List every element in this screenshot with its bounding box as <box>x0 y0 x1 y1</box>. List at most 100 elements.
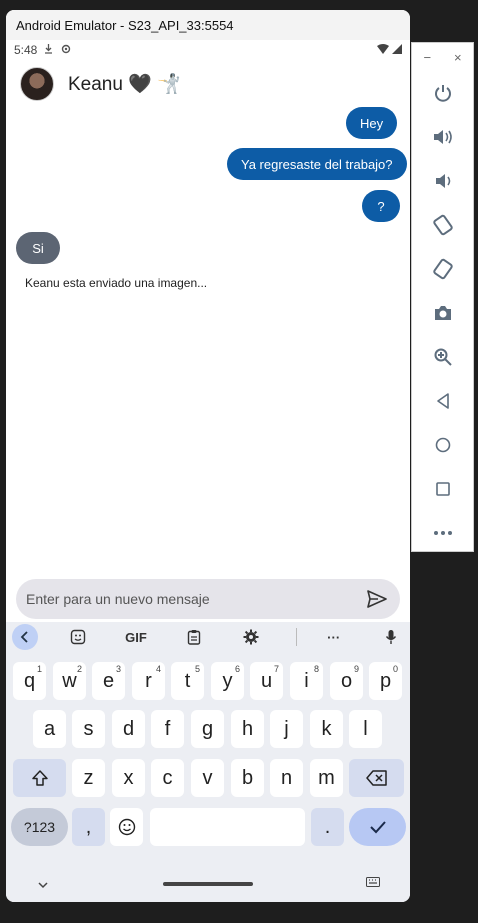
enter-key[interactable] <box>349 808 406 846</box>
contact-name: Keanu 🖤 🤺 <box>68 74 181 95</box>
clipboard-icon[interactable] <box>181 624 207 650</box>
home-button[interactable] <box>412 423 473 467</box>
key-q[interactable]: q1 <box>13 662 46 700</box>
rotate-left-icon <box>432 214 453 236</box>
volume-down-icon <box>435 174 450 188</box>
message-bubble-received[interactable]: Si <box>16 232 60 264</box>
volume-down-button[interactable] <box>412 159 473 203</box>
status-bar: 5:48 <box>6 40 410 60</box>
signal-icon <box>392 43 402 57</box>
rotate-right-icon <box>432 258 453 280</box>
shift-icon <box>31 770 48 786</box>
key-o[interactable]: o9 <box>330 662 363 700</box>
close-button[interactable]: × <box>454 50 462 65</box>
soft-keyboard: GIF ··· q1 w2 e3 r4 t5 y6 u7 i8 o9 p0 a … <box>6 622 410 902</box>
volume-up-button[interactable] <box>412 115 473 159</box>
backspace-icon <box>365 770 387 786</box>
more-button[interactable] <box>412 511 473 555</box>
period-key[interactable]: . <box>311 808 344 846</box>
chat-header: Keanu 🖤 🤺 <box>6 64 410 104</box>
emulator-window: Android Emulator - S23_API_33:5554 5:48 … <box>6 10 410 902</box>
overview-icon <box>435 482 450 496</box>
back-button[interactable] <box>412 379 473 423</box>
key-a[interactable]: a <box>33 710 66 748</box>
key-s[interactable]: s <box>72 710 105 748</box>
typing-indicator: Keanu esta enviado una imagen... <box>25 276 208 290</box>
key-v[interactable]: v <box>191 759 224 797</box>
emulator-side-panel: − × <box>411 42 474 552</box>
power-button[interactable] <box>412 71 473 115</box>
zoom-icon <box>434 348 452 366</box>
hide-keyboard-icon[interactable] <box>37 876 49 894</box>
key-n[interactable]: n <box>270 759 303 797</box>
key-p[interactable]: p0 <box>369 662 402 700</box>
key-h[interactable]: h <box>231 710 264 748</box>
back-icon <box>436 393 449 409</box>
wifi-icon <box>377 43 389 57</box>
backspace-key[interactable] <box>349 759 404 797</box>
home-icon <box>435 437 450 453</box>
keyboard-toolbar: GIF ··· <box>6 622 410 652</box>
key-g[interactable]: g <box>191 710 224 748</box>
rotate-right-button[interactable] <box>412 247 473 291</box>
keyboard-switch-icon[interactable] <box>366 874 380 892</box>
key-k[interactable]: k <box>310 710 343 748</box>
camera-icon <box>434 306 451 320</box>
keyboard-row-4: ?123 , . <box>6 808 410 846</box>
send-icon <box>367 590 387 608</box>
key-l[interactable]: l <box>349 710 382 748</box>
shift-key[interactable] <box>13 759 66 797</box>
volume-up-icon <box>433 130 452 144</box>
key-u[interactable]: u7 <box>250 662 283 700</box>
sticker-icon[interactable] <box>66 624 92 650</box>
power-icon <box>434 85 451 102</box>
window-title: Android Emulator - S23_API_33:5554 <box>16 17 234 33</box>
gear-icon[interactable] <box>238 624 264 650</box>
key-z[interactable]: z <box>72 759 105 797</box>
key-f[interactable]: f <box>151 710 184 748</box>
keyboard-row-1: q1 w2 e3 r4 t5 y6 u7 i8 o9 p0 <box>6 662 410 700</box>
comma-key[interactable]: , <box>72 808 105 846</box>
emoji-key[interactable] <box>110 808 143 846</box>
key-j[interactable]: j <box>270 710 303 748</box>
key-r[interactable]: r4 <box>132 662 165 700</box>
chevron-left-icon[interactable] <box>12 624 38 650</box>
more-options-button[interactable]: ··· <box>321 624 347 650</box>
message-input[interactable] <box>26 591 364 607</box>
key-w[interactable]: w2 <box>53 662 86 700</box>
message-bubble-sent[interactable]: Ya regresaste del trabajo? <box>227 148 407 180</box>
rotate-left-button[interactable] <box>412 203 473 247</box>
check-icon <box>369 821 386 834</box>
send-button[interactable] <box>364 586 390 612</box>
key-c[interactable]: c <box>151 759 184 797</box>
status-time: 5:48 <box>14 43 38 57</box>
microphone-icon[interactable] <box>378 624 404 650</box>
more-icon <box>433 531 452 535</box>
keyboard-row-2: a s d f g h j k l <box>6 710 410 748</box>
key-t[interactable]: t5 <box>171 662 204 700</box>
home-gesture-handle[interactable] <box>163 882 253 886</box>
download-icon <box>44 43 53 57</box>
message-bubble-sent[interactable]: ? <box>362 190 400 222</box>
toolbar-divider <box>295 628 297 646</box>
key-i[interactable]: i8 <box>290 662 323 700</box>
zoom-button[interactable] <box>412 335 473 379</box>
spacebar-key[interactable] <box>150 808 305 846</box>
key-e[interactable]: e3 <box>92 662 125 700</box>
navigation-bar <box>6 866 410 902</box>
symbols-key[interactable]: ?123 <box>11 808 68 846</box>
message-composer <box>16 579 400 619</box>
minimize-button[interactable]: − <box>423 50 431 65</box>
key-x[interactable]: x <box>112 759 145 797</box>
avatar[interactable] <box>20 67 54 101</box>
key-y[interactable]: y6 <box>211 662 244 700</box>
screenshot-button[interactable] <box>412 291 473 335</box>
key-d[interactable]: d <box>112 710 145 748</box>
key-b[interactable]: b <box>231 759 264 797</box>
gif-button[interactable]: GIF <box>123 624 149 650</box>
emoji-icon <box>118 818 135 836</box>
overview-button[interactable] <box>412 467 473 511</box>
key-m[interactable]: m <box>310 759 343 797</box>
window-title-bar: Android Emulator - S23_API_33:5554 <box>6 10 410 40</box>
message-bubble-sent[interactable]: Hey <box>346 107 398 139</box>
